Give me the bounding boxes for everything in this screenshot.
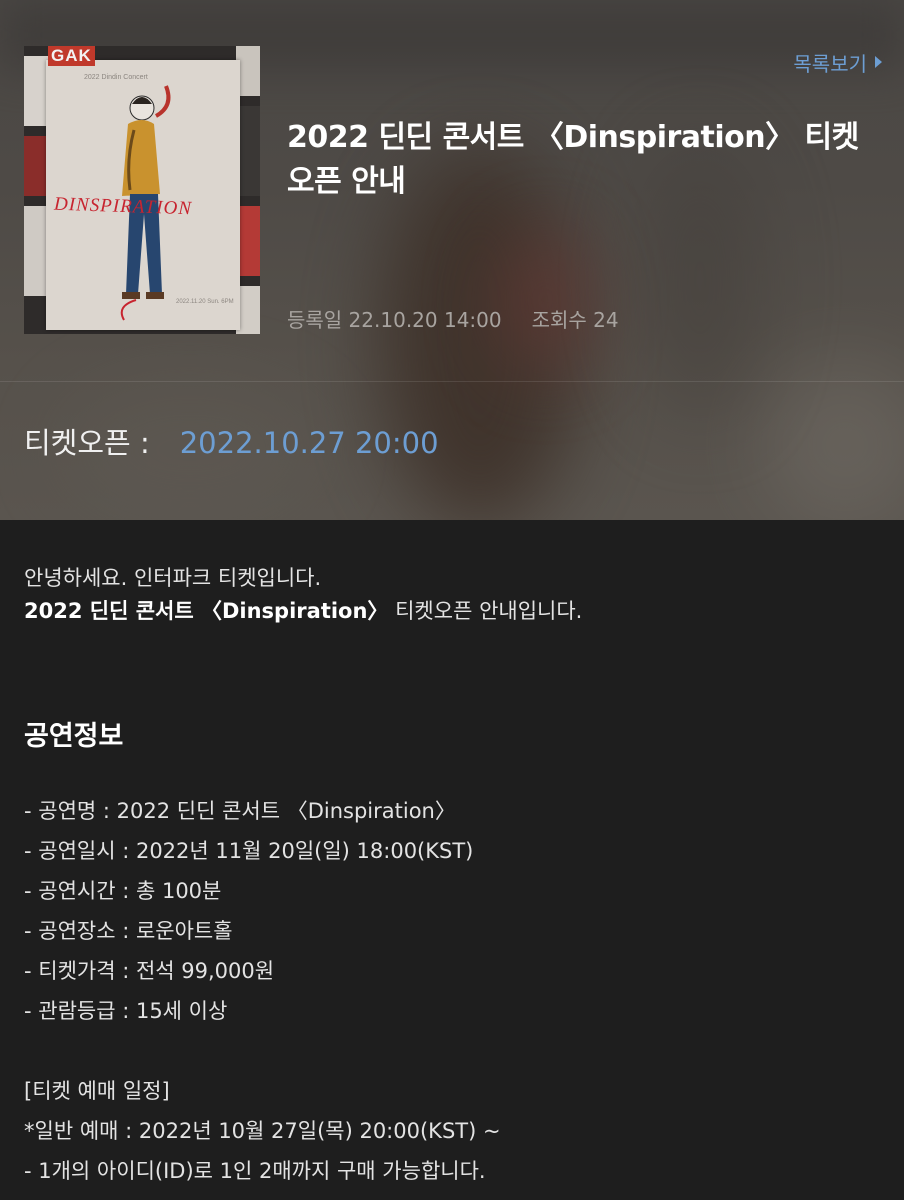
info-item: - 관람등급 : 15세 이상 xyxy=(24,999,228,1023)
greeting: 안녕하세요. 인터파크 티켓입니다. 2022 딘딘 콘서트 〈Dinspira… xyxy=(24,562,884,628)
ticket-open-label: 티켓오픈 : xyxy=(24,426,150,460)
info-item: - 공연일시 : 2022년 11월 20일(일) 18:00(KST) xyxy=(24,839,474,863)
ticket-open-datetime: 2022.10.27 20:00 xyxy=(179,426,439,460)
view-count: 조회수 24 xyxy=(531,308,619,332)
greeting-line-2-rest: 티켓오픈 안내입니다. xyxy=(388,599,583,623)
triangle-right-icon xyxy=(875,56,882,68)
concert-poster-image: GAK 2022 Dindin Concert DINSPIRATION 202… xyxy=(24,46,260,334)
section-title-performance-info: 공연정보 xyxy=(24,721,124,752)
greeting-line-1: 안녕하세요. 인터파크 티켓입니다. xyxy=(24,566,322,590)
poster-date-text: 2022.11.20 Sun. 6PM xyxy=(176,299,234,305)
notice-title: 2022 딘딘 콘서트 〈Dinspiration〉 티켓 오픈 안내 xyxy=(287,120,859,199)
ticket-notice-page: GAK 2022 Dindin Concert DINSPIRATION 202… xyxy=(0,0,904,1200)
header-divider xyxy=(0,381,904,382)
greeting-concert-name: 2022 딘딘 콘서트 〈Dinspiration〉 xyxy=(24,599,389,623)
list-view-link[interactable]: 목록보기 xyxy=(793,48,882,77)
info-item: - 공연명 : 2022 딘딘 콘서트 〈Dinspiration〉 xyxy=(24,799,456,823)
greeting-line-2: 2022 딘딘 콘서트 〈Dinspiration〉 티켓오픈 안내입니다. xyxy=(24,595,884,628)
schedule-heading: [티켓 예매 일정] xyxy=(24,1079,170,1103)
registered-date: 등록일 22.10.20 14:00 xyxy=(287,308,502,332)
poster-figure xyxy=(120,85,171,321)
notice-header: GAK 2022 Dindin Concert DINSPIRATION 202… xyxy=(0,0,904,520)
notice-body: 안녕하세요. 인터파크 티켓입니다. 2022 딘딘 콘서트 〈Dinspira… xyxy=(24,562,884,1191)
performance-info-list: - 공연명 : 2022 딘딘 콘서트 〈Dinspiration〉 - 공연일… xyxy=(24,791,884,1031)
info-item: - 공연시간 : 총 100분 xyxy=(24,879,222,903)
notice-meta: 등록일 22.10.20 14:00 조회수 24 xyxy=(287,304,619,333)
ticket-schedule: [티켓 예매 일정] *일반 예매 : 2022년 10월 27일(목) 20:… xyxy=(24,1071,884,1191)
schedule-item: - 1개의 아이디(ID)로 1인 2매까지 구매 가능합니다. xyxy=(24,1159,486,1183)
list-view-label: 목록보기 xyxy=(793,52,867,76)
ticket-open-row: 티켓오픈 : 2022.10.27 20:00 xyxy=(24,420,439,462)
schedule-item: *일반 예매 : 2022년 10월 27일(목) 20:00(KST) ~ xyxy=(24,1119,501,1143)
info-item: - 티켓가격 : 전석 99,000원 xyxy=(24,959,275,983)
info-item: - 공연장소 : 로운아트홀 xyxy=(24,919,233,943)
